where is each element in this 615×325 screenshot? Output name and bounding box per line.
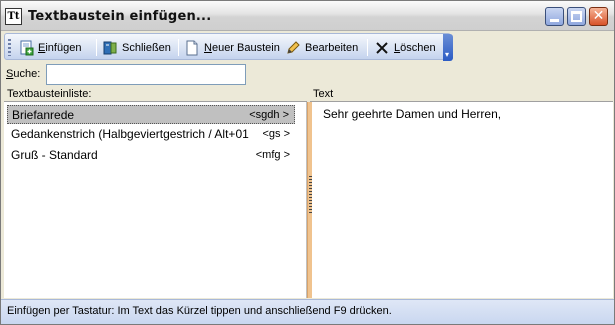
close-button-label: Schließen [122, 41, 171, 54]
text-block-list[interactable]: Briefanrede <sgdh > Gedankenstrich (Halb… [4, 102, 307, 298]
minimize-button[interactable] [545, 7, 564, 26]
maximize-icon [571, 11, 582, 22]
search-input[interactable] [46, 64, 246, 85]
delete-button-label: Löschen [394, 41, 436, 54]
list-item-code: <mfg > [255, 149, 290, 161]
toolbar-overflow-button[interactable]: ▾ [443, 34, 453, 61]
delete-x-icon [374, 40, 390, 56]
close-icon: ✕ [592, 8, 605, 24]
new-document-icon [184, 40, 200, 56]
insert-button-label: Einfügen [38, 41, 82, 54]
toolbar-separator [96, 39, 97, 56]
window-title: Textbaustein einfügen... [28, 9, 212, 24]
text-preview[interactable]: Sehr geehrte Damen und Herren, [312, 102, 613, 298]
list-item-name: Gedankenstrich (Halbgeviertgestrich / Al… [11, 127, 249, 141]
edit-button-label: Bearbeiten [305, 41, 359, 54]
list-item[interactable]: Gedankenstrich (Halbgeviertgestrich / Al… [7, 125, 295, 144]
app-icon: Tt [5, 8, 22, 25]
search-label: Suche: [6, 68, 41, 80]
pencil-icon [285, 40, 301, 56]
text-preview-content: Sehr geehrte Damen und Herren, [323, 107, 502, 121]
dialog-window: Tt Textbaustein einfügen... ✕ Einfügen S… [0, 0, 615, 325]
toolbar-separator [367, 39, 368, 56]
toolbar: Einfügen Schließen Neuer Baustein Bearbe… [4, 33, 453, 61]
toolbar-grip[interactable] [8, 39, 11, 56]
list-item-code: <gs > [262, 128, 290, 140]
list-item-name: Gruß - Standard [11, 148, 98, 162]
list-item-code: <sgdh > [249, 109, 289, 121]
title-bar[interactable]: Tt Textbaustein einfügen... ✕ [1, 1, 614, 31]
text-header: Text [310, 87, 613, 102]
toolbar-separator [178, 39, 179, 56]
new-block-button[interactable]: Neuer Baustein [184, 38, 280, 57]
edit-button[interactable]: Bearbeiten [285, 38, 358, 57]
list-header: Textbausteinliste: [4, 87, 307, 102]
book-close-icon [102, 40, 118, 56]
new-block-button-label: Neuer Baustein [204, 41, 280, 54]
list-item-name: Briefanrede [12, 108, 75, 122]
close-button[interactable]: Schließen [102, 38, 171, 57]
minimize-icon [550, 19, 559, 22]
list-item[interactable]: Briefanrede <sgdh > [7, 105, 295, 124]
status-bar: Einfügen per Tastatur: Im Text das Kürze… [1, 299, 614, 324]
close-window-button[interactable]: ✕ [589, 7, 608, 26]
delete-button[interactable]: Löschen [374, 38, 436, 57]
list-item[interactable]: Gruß - Standard <mfg > [7, 146, 295, 165]
insert-document-icon [18, 40, 34, 56]
insert-button[interactable]: Einfügen [18, 38, 81, 57]
maximize-button[interactable] [567, 7, 586, 26]
chevron-down-icon: ▾ [445, 50, 450, 59]
